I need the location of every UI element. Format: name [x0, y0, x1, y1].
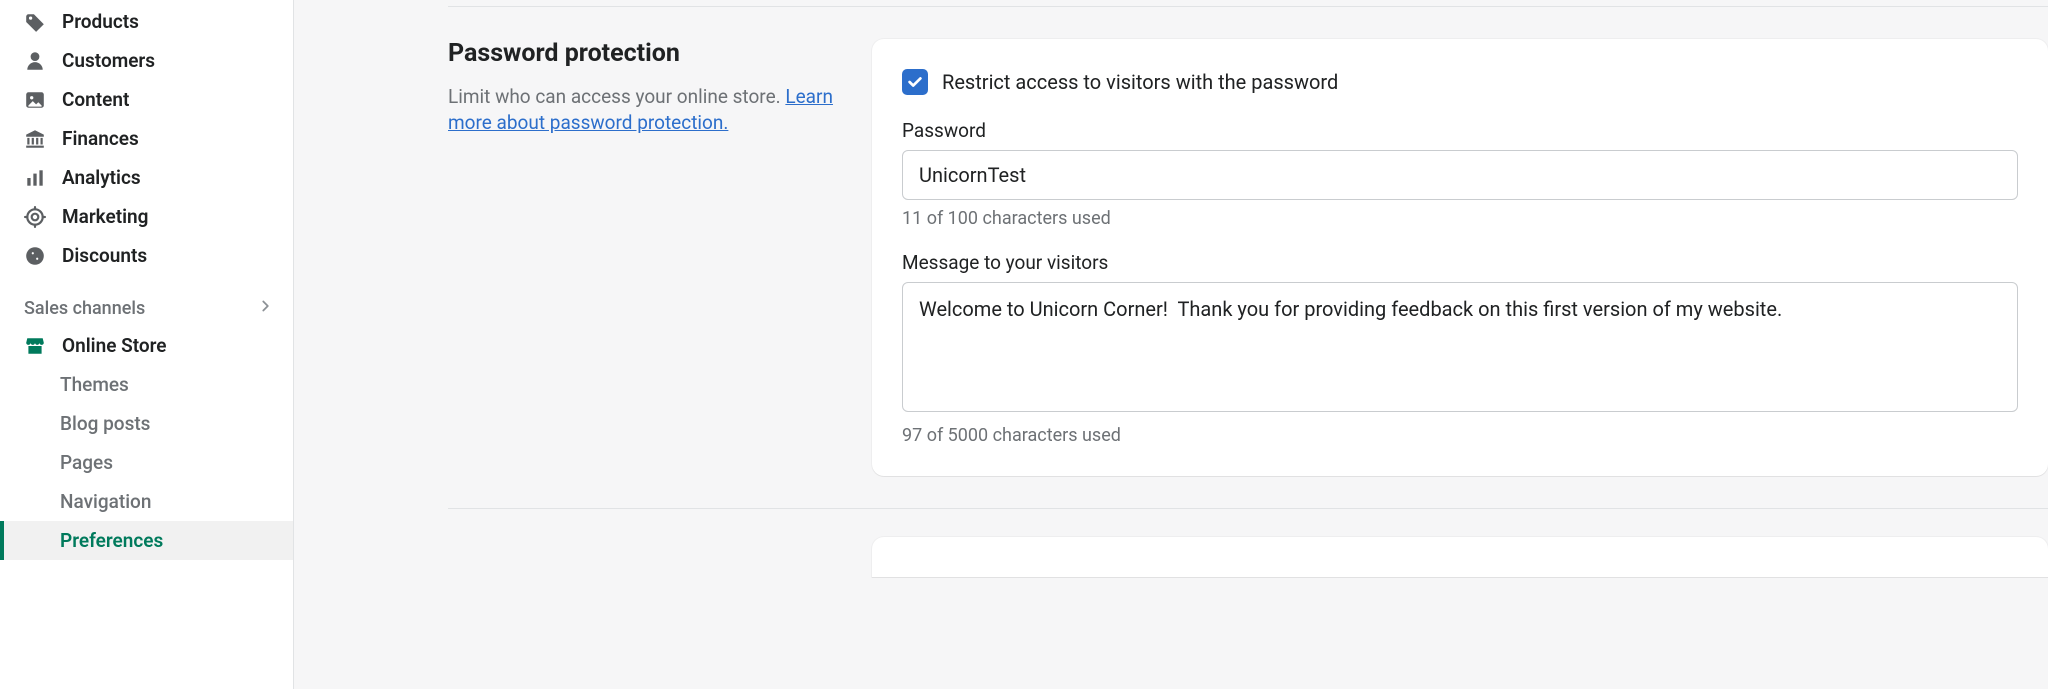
sidebar-subitem-label: Navigation — [60, 490, 151, 513]
sidebar-item-label: Products — [62, 10, 139, 33]
password-input[interactable] — [902, 150, 2018, 200]
store-icon — [24, 335, 46, 357]
sidebar-subitem-pages[interactable]: Pages — [0, 443, 293, 482]
message-field-group: Message to your visitors 97 of 5000 char… — [902, 251, 2018, 446]
sidebar-item-marketing[interactable]: Marketing — [0, 197, 293, 236]
section-description: Password protection Limit who can access… — [448, 39, 872, 476]
sales-channels-header[interactable]: Sales channels — [0, 275, 293, 326]
sidebar-item-label: Discounts — [62, 244, 147, 267]
main-content: Password protection Limit who can access… — [294, 0, 2048, 689]
bar-chart-icon — [24, 167, 46, 189]
sidebar-item-finances[interactable]: Finances — [0, 119, 293, 158]
sidebar-item-products[interactable]: Products — [0, 2, 293, 41]
sidebar-item-label: Content — [62, 88, 129, 111]
sidebar-subitem-themes[interactable]: Themes — [0, 365, 293, 404]
sidebar: Products Customers Content Finances Anal — [0, 0, 294, 689]
sidebar-item-online-store[interactable]: Online Store — [0, 326, 293, 365]
sidebar-subitem-preferences[interactable]: Preferences — [0, 521, 293, 560]
message-textarea[interactable] — [902, 282, 2018, 412]
bank-icon — [24, 128, 46, 150]
sidebar-subitem-label: Preferences — [60, 529, 163, 552]
sidebar-item-customers[interactable]: Customers — [0, 41, 293, 80]
restrict-access-label: Restrict access to visitors with the pas… — [942, 70, 1338, 94]
chevron-right-icon — [257, 297, 275, 320]
password-card: Restrict access to visitors with the pas… — [872, 39, 2048, 476]
sidebar-item-label: Customers — [62, 49, 155, 72]
sidebar-item-analytics[interactable]: Analytics — [0, 158, 293, 197]
message-helper: 97 of 5000 characters used — [902, 425, 2018, 446]
sidebar-subitem-label: Pages — [60, 451, 113, 474]
sales-channels-label: Sales channels — [24, 298, 145, 319]
discount-icon — [24, 245, 46, 267]
next-card — [872, 537, 2048, 577]
sidebar-subitem-label: Blog posts — [60, 412, 150, 435]
target-icon — [24, 206, 46, 228]
restrict-access-checkbox[interactable] — [902, 69, 928, 95]
sidebar-item-content[interactable]: Content — [0, 80, 293, 119]
sidebar-item-discounts[interactable]: Discounts — [0, 236, 293, 275]
divider — [448, 508, 2048, 509]
password-field-group: Password 11 of 100 characters used — [902, 119, 2018, 229]
section-title: Password protection — [448, 39, 852, 68]
person-icon — [24, 50, 46, 72]
sidebar-item-label: Marketing — [62, 205, 148, 228]
restrict-access-row[interactable]: Restrict access to visitors with the pas… — [902, 69, 2018, 95]
section-desc-text: Limit who can access your online store. — [448, 85, 785, 108]
password-protection-section: Password protection Limit who can access… — [448, 39, 2048, 476]
tag-icon — [24, 11, 46, 33]
sidebar-item-label: Online Store — [62, 334, 167, 357]
sidebar-item-label: Analytics — [62, 166, 141, 189]
image-icon — [24, 89, 46, 111]
check-icon — [906, 73, 924, 91]
sidebar-subitem-navigation[interactable]: Navigation — [0, 482, 293, 521]
message-label: Message to your visitors — [902, 251, 2018, 274]
sidebar-subitem-label: Themes — [60, 373, 129, 396]
section-help-text: Limit who can access your online store. … — [448, 84, 852, 135]
sidebar-subitem-blog-posts[interactable]: Blog posts — [0, 404, 293, 443]
sidebar-item-label: Finances — [62, 127, 139, 150]
password-label: Password — [902, 119, 2018, 142]
divider — [448, 6, 2048, 7]
password-helper: 11 of 100 characters used — [902, 208, 2018, 229]
